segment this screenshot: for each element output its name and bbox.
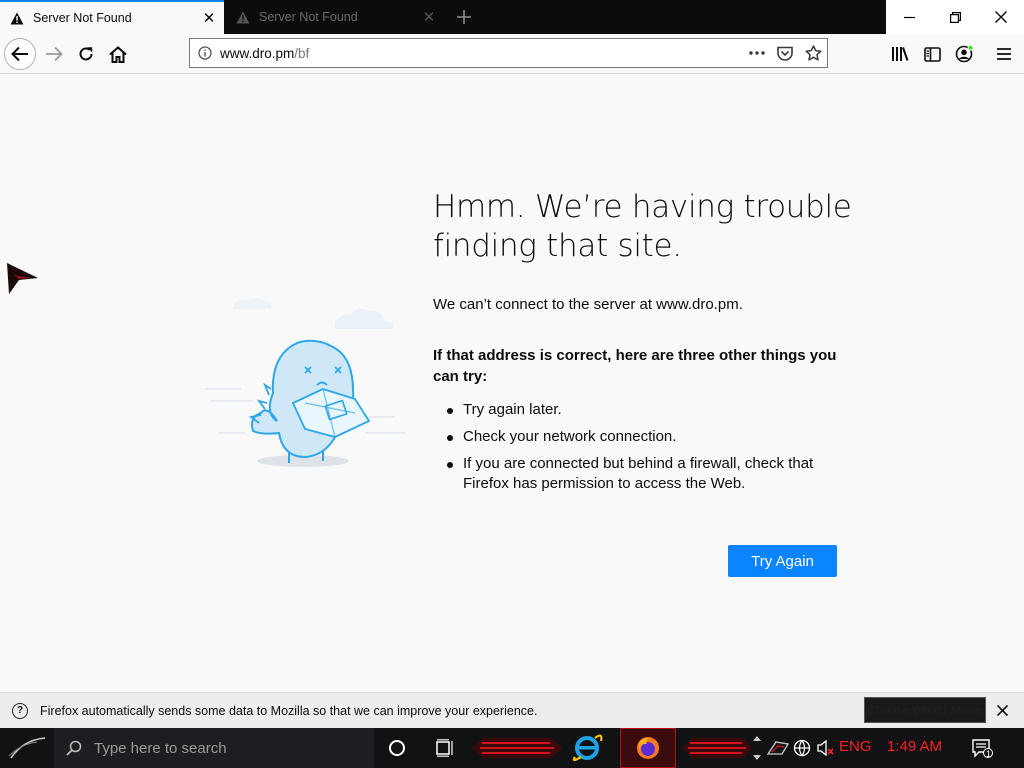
notification-count-badge: 1 [986, 749, 992, 759]
minimize-button[interactable] [886, 0, 932, 34]
navigation-toolbar: www.dro.pm/bf [0, 34, 1024, 74]
home-button[interactable] [102, 38, 134, 70]
notification-message: Firefox automatically sends some data to… [40, 703, 538, 718]
tab-close-icon[interactable]: ✕ [198, 7, 220, 29]
library-icon [892, 47, 909, 61]
site-info-icon[interactable] [190, 46, 220, 60]
forward-arrow-icon [46, 46, 63, 62]
tips-list: Try again later. Check your network conn… [447, 400, 847, 501]
start-button[interactable] [0, 728, 54, 768]
cortana-circle-icon [389, 740, 405, 756]
internet-explorer-icon [572, 734, 603, 762]
network-button[interactable] [790, 728, 814, 768]
cursor-arrow-icon [7, 263, 38, 294]
account-icon [955, 45, 973, 63]
mouse-cursor [5, 263, 39, 300]
forward-button[interactable] [38, 38, 70, 70]
try-again-button[interactable]: Try Again [728, 545, 837, 577]
sidebar-icon [923, 46, 941, 62]
taskbar-decoration [682, 738, 752, 758]
plus-icon [457, 10, 471, 24]
ellipsis-icon [749, 51, 765, 55]
restore-button[interactable] [932, 0, 978, 34]
back-button[interactable] [4, 38, 36, 70]
task-view-icon [436, 739, 453, 757]
list-item: Check your network connection. [447, 427, 847, 447]
page-actions-button[interactable] [743, 39, 771, 67]
tray-overflow-button[interactable] [764, 728, 792, 768]
close-window-button[interactable] [978, 0, 1024, 34]
window-controls [886, 0, 1024, 34]
pocket-button[interactable] [771, 39, 799, 67]
list-item: Try again later. [447, 400, 847, 420]
search-icon [54, 740, 94, 756]
hamburger-menu-icon [997, 48, 1011, 60]
restore-icon [949, 11, 961, 23]
warning-icon [235, 9, 251, 25]
minimize-icon [903, 16, 915, 18]
globe-icon [793, 739, 811, 757]
star-icon [804, 45, 822, 61]
task-view-button[interactable] [422, 728, 468, 768]
tab-close-icon[interactable]: ✕ [418, 6, 440, 28]
scroll-arrows-icon [753, 736, 761, 760]
help-icon: ? [12, 702, 28, 719]
tray-scroll-arrows[interactable] [750, 728, 764, 768]
input-language-indicator[interactable]: ENG [839, 738, 872, 755]
url-host: www.dro.pm [220, 45, 295, 61]
tab-title: Server Not Found [259, 10, 358, 24]
url-path: /bf [294, 45, 310, 61]
reload-icon [79, 47, 93, 61]
menu-button[interactable] [988, 38, 1020, 70]
firefox-icon [637, 737, 659, 759]
list-item: If you are connected but behind a firewa… [447, 454, 847, 494]
system-clock[interactable]: 1:49 AM [887, 738, 942, 755]
taskbar-search-box[interactable]: Type here to search [54, 728, 374, 768]
tips-heading: If that address is correct, here are thr… [433, 347, 837, 385]
volume-button[interactable] [814, 728, 838, 768]
warning-icon [9, 10, 25, 26]
url-bar[interactable]: www.dro.pm/bf [189, 38, 828, 68]
url-text[interactable]: www.dro.pm/bf [220, 46, 743, 61]
error-description: We can’t connect to the server at www.dr… [433, 296, 743, 313]
home-icon [109, 45, 127, 63]
internet-explorer-button[interactable] [564, 728, 610, 768]
choose-what-i-share-button[interactable]: Choose What I Share [864, 697, 986, 723]
reload-button[interactable] [70, 38, 102, 70]
windows-taskbar: Type here to search ENG 1:49 AM 1 [0, 728, 1024, 768]
notification-bar: ? Firefox automatically sends some data … [0, 692, 1024, 728]
taskbar-decoration [472, 738, 562, 758]
pocket-icon [777, 46, 793, 61]
back-arrow-icon [11, 46, 28, 62]
cortana-button[interactable] [374, 728, 420, 768]
firefox-taskbar-button[interactable] [620, 728, 676, 768]
library-button[interactable] [884, 38, 916, 70]
close-icon [996, 704, 1008, 716]
tab-strip: Server Not Found ✕ Server Not Found ✕ [0, 0, 1024, 34]
action-center-button[interactable]: 1 [964, 728, 1000, 768]
notification-close-button[interactable] [992, 700, 1012, 720]
volume-muted-icon [817, 740, 834, 756]
tab-title: Server Not Found [33, 11, 132, 25]
close-icon [995, 11, 1007, 23]
bookmark-star-button[interactable] [799, 39, 827, 67]
rog-logo-icon [766, 741, 790, 755]
new-tab-button[interactable] [452, 5, 476, 29]
error-illustration [205, 293, 415, 473]
search-placeholder: Type here to search [94, 739, 227, 757]
tab-server-not-found[interactable]: Server Not Found ✕ [226, 0, 444, 34]
tab-server-not-found-active[interactable]: Server Not Found ✕ [0, 0, 224, 34]
account-button[interactable] [948, 38, 980, 70]
start-logo-icon [8, 737, 46, 759]
error-title: Hmm. We’re having trouble finding that s… [433, 189, 852, 264]
error-page: Hmm. We’re having trouble finding that s… [0, 75, 1024, 691]
sidebar-button[interactable] [916, 38, 948, 70]
